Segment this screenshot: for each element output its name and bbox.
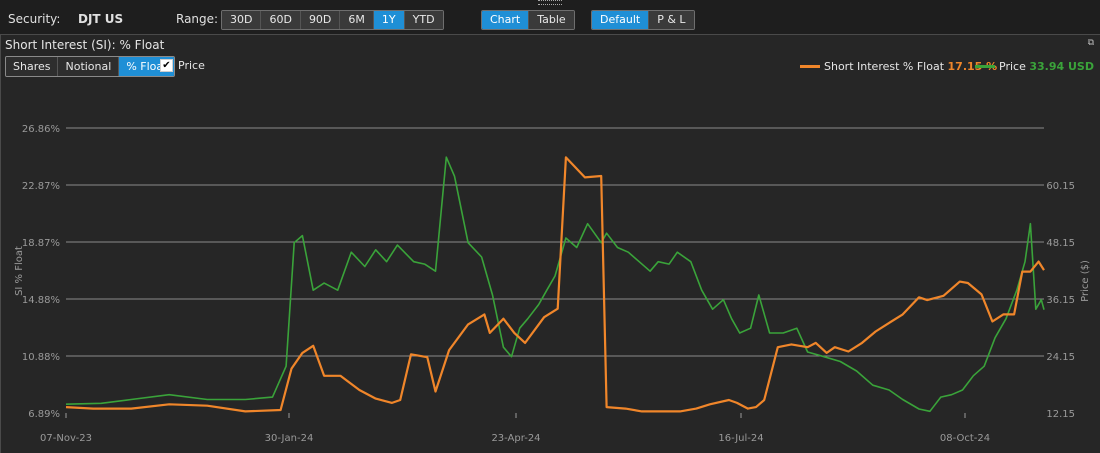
si-series-line <box>65 156 1045 413</box>
y-tick-label: 10.88% <box>22 352 60 363</box>
y-tick-label: 26.86% <box>22 124 60 135</box>
x-tick-label: 23-Apr-24 <box>491 433 540 444</box>
x-tick-label: 16-Jul-24 <box>718 433 763 444</box>
chart-plot[interactable]: 26.86% 22.87% 18.87% 14.88% 10.88% 6.89% 60.15… <box>0 0 1100 452</box>
y2-axis-label: Price ($) <box>1080 260 1091 302</box>
y2-tick-label: 12.15 <box>1046 409 1075 420</box>
y-tick-label: 22.87% <box>22 181 60 192</box>
price-series-line <box>65 156 1045 413</box>
y2-tick-label: 24.15 <box>1046 352 1075 363</box>
y-tick-label: 6.89% <box>28 409 60 420</box>
x-tick-label: 30-Jan-24 <box>265 433 314 444</box>
y2-tick-label: 36.15 <box>1046 295 1075 306</box>
y-axis-label: SI % Float <box>14 246 25 296</box>
y2-tick-label: 60.15 <box>1046 181 1075 192</box>
x-tick-label: 08-Oct-24 <box>940 433 990 444</box>
y-tick-label: 18.87% <box>22 238 60 249</box>
x-tick-label: 07-Nov-23 <box>40 433 92 444</box>
y-tick-label: 14.88% <box>22 295 60 306</box>
y2-tick-label: 48.15 <box>1046 238 1075 249</box>
